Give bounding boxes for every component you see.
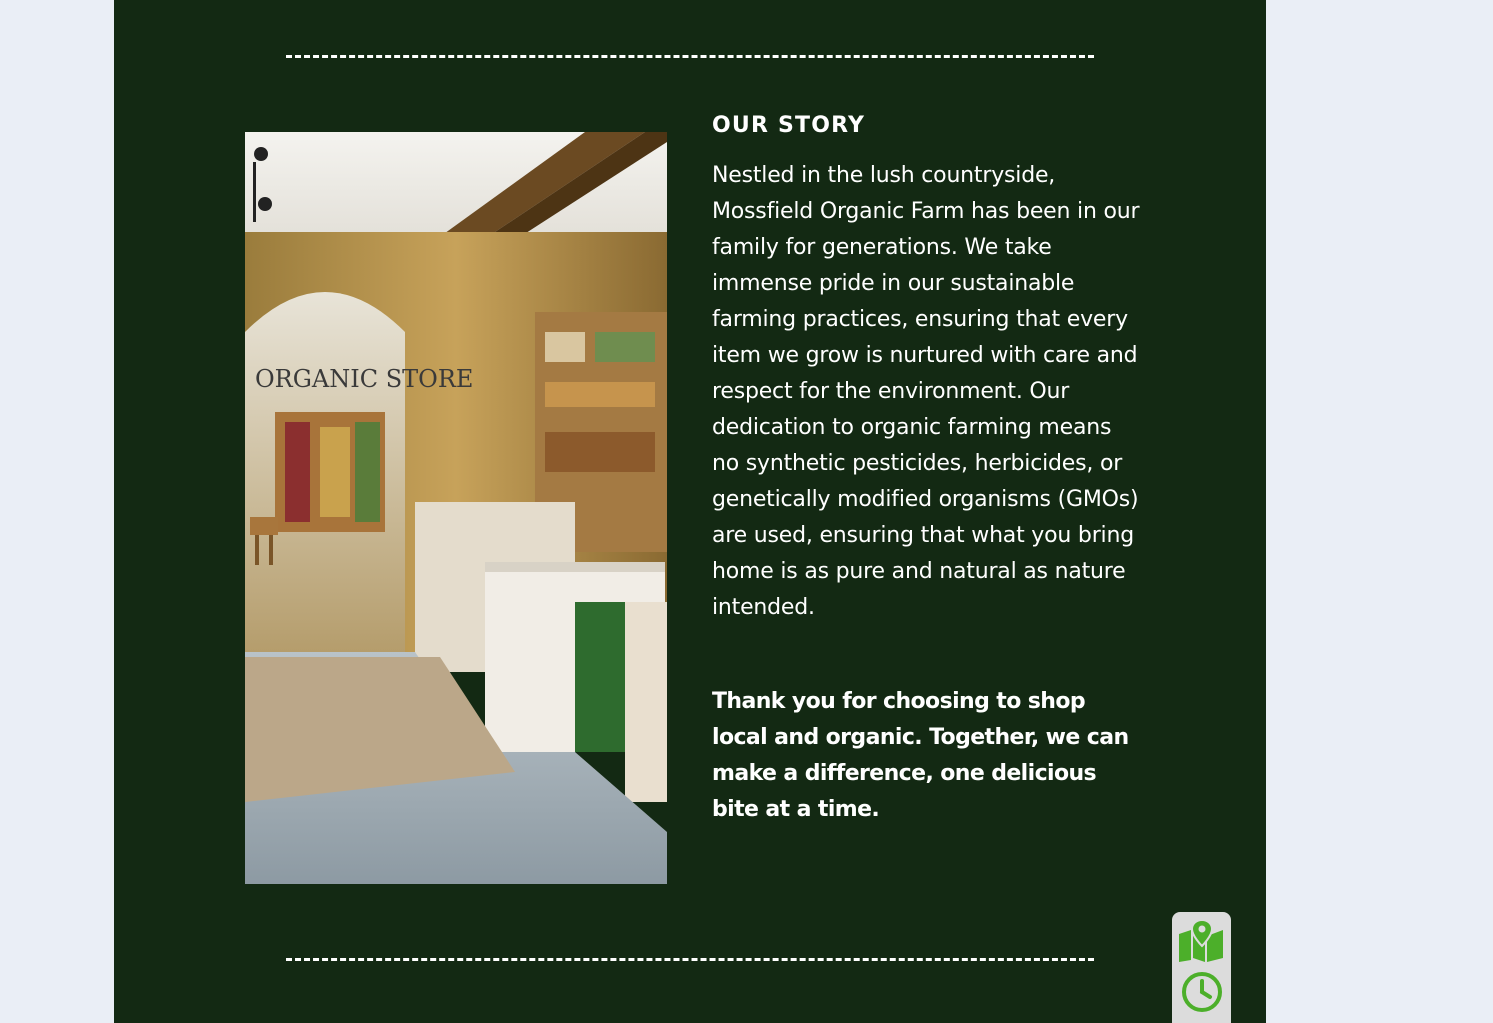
story-body: Nestled in the lush countryside, Mossfie… <box>712 163 1140 620</box>
store-sign: ORGANIC STORE <box>255 365 473 393</box>
dashed-divider-bottom <box>286 958 1094 961</box>
floating-widget <box>1172 912 1231 1023</box>
clock-icon <box>1181 972 1222 1012</box>
hours-button[interactable] <box>1176 968 1227 1016</box>
dashed-divider-top <box>286 55 1094 58</box>
story-thanks: Thank you for choosing to shop local and… <box>712 689 1129 822</box>
our-story-text: OUR STORY Nestled in the lush countrysid… <box>712 108 1152 828</box>
map-button[interactable] <box>1176 916 1227 964</box>
store-interior-photo: ORGANIC STORE <box>245 132 667 884</box>
story-title: OUR STORY <box>712 113 866 138</box>
map-pin-icon <box>1178 918 1223 962</box>
